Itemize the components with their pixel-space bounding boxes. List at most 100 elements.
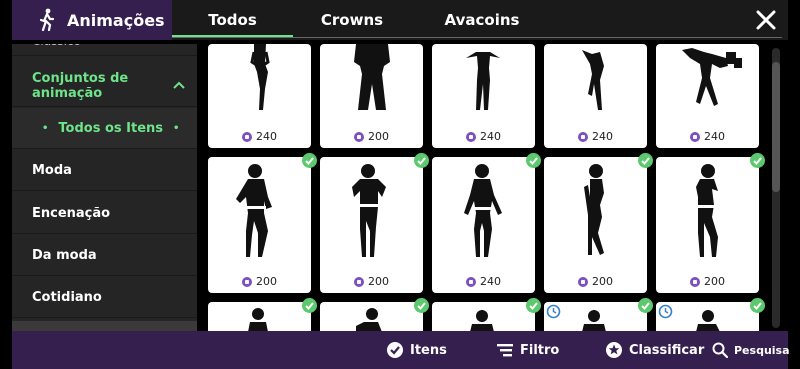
price-value: 240	[256, 130, 277, 143]
sidebar-item-da-moda[interactable]: Da moda	[12, 235, 197, 276]
owned-check-icon	[750, 298, 765, 313]
price-value: 240	[480, 130, 501, 143]
owned-check-icon	[302, 298, 317, 313]
items-button[interactable]: Itens	[386, 331, 447, 369]
avacoin-icon	[690, 131, 700, 142]
avacoin-icon	[354, 131, 364, 142]
price-value: 240	[704, 130, 725, 143]
sidebar-item-cotidiano[interactable]: Cotidiano	[12, 277, 197, 318]
section-title: Animações	[12, 0, 172, 40]
scrollbar-thumb[interactable]	[772, 62, 780, 192]
avacoin-icon	[466, 276, 476, 287]
sort-label: Classificar	[629, 342, 705, 358]
chevron-up-icon	[173, 81, 185, 89]
animation-card[interactable]: 200	[320, 44, 423, 148]
animation-card[interactable]: 240	[544, 44, 647, 148]
price-tag: 240	[544, 130, 647, 143]
price-tag: 200	[320, 130, 423, 143]
sidebar-item-moda[interactable]: Moda	[12, 150, 197, 191]
avacoin-icon	[242, 276, 252, 287]
avacoin-icon	[578, 276, 588, 287]
pose-silhouette	[584, 164, 604, 255]
search-button[interactable]: Pesquisa	[712, 331, 790, 369]
animation-card[interactable]	[208, 298, 317, 331]
owned-check-icon	[414, 153, 429, 168]
star-badge-icon	[606, 342, 622, 358]
bullet-icon: •	[42, 122, 49, 134]
sidebar-item-label: Todos os Itens	[58, 120, 164, 136]
owned-check-icon	[638, 153, 653, 168]
price-tag: 200	[208, 275, 311, 288]
price-value: 200	[368, 130, 389, 143]
animation-card[interactable]	[544, 298, 653, 331]
check-circle-icon	[387, 342, 403, 358]
tab-todos[interactable]: Todos	[172, 0, 293, 40]
pose-silhouette	[356, 308, 382, 331]
animation-card[interactable]: 240	[432, 153, 541, 293]
animation-card[interactable]	[656, 298, 765, 331]
animation-card[interactable]: 200	[208, 153, 317, 293]
pose-silhouette	[696, 164, 718, 257]
animation-card[interactable]	[432, 298, 541, 331]
sort-button[interactable]: Classificar	[605, 331, 704, 369]
avacoin-icon	[242, 131, 252, 142]
pose-silhouette	[696, 310, 720, 331]
price-tag: 240	[208, 130, 311, 143]
price-value: 200	[704, 275, 725, 288]
price-tag: 240	[432, 275, 535, 288]
close-icon[interactable]	[755, 9, 777, 31]
animation-card[interactable]	[320, 298, 429, 331]
walking-person-icon	[39, 8, 55, 32]
price-value: 200	[592, 275, 613, 288]
price-tag: 200	[656, 275, 759, 288]
sidebar-item-todos-os-itens[interactable]: • Todos os Itens •	[12, 108, 197, 149]
pose-silhouette	[582, 310, 606, 331]
section-title-label: Animações	[67, 10, 165, 30]
sidebar-next-item[interactable]	[12, 321, 197, 331]
avacoin-icon	[354, 276, 364, 287]
pose-silhouette	[352, 164, 386, 257]
bullet-icon: •	[173, 122, 180, 134]
animation-grid: 240 200 240 240 240 200 200 240 200 200	[203, 44, 769, 331]
owned-check-icon	[302, 153, 317, 168]
pose-silhouette	[466, 52, 500, 110]
filter-icon	[497, 344, 513, 357]
animation-card[interactable]: 240	[208, 44, 311, 148]
avacoin-icon	[690, 276, 700, 287]
owned-check-icon	[750, 153, 765, 168]
pose-silhouette	[464, 164, 502, 257]
pose-silhouette	[682, 48, 742, 106]
owned-check-icon	[526, 153, 541, 168]
sidebar-item-classico[interactable]: Clássico	[12, 44, 197, 56]
pose-silhouette	[582, 50, 604, 110]
pose-silhouette	[236, 164, 272, 257]
pose-silhouette	[354, 44, 390, 110]
search-icon	[712, 342, 728, 358]
owned-check-icon	[414, 298, 429, 313]
animation-card[interactable]: 240	[656, 44, 759, 148]
price-tag: 240	[656, 130, 759, 143]
tab-divider	[172, 37, 782, 38]
filter-button[interactable]: Filtro	[496, 331, 559, 369]
animation-card[interactable]: 200	[544, 153, 653, 293]
items-label: Itens	[410, 342, 447, 358]
animation-card[interactable]: 200	[656, 153, 765, 293]
animation-card[interactable]: 200	[320, 153, 429, 293]
price-value: 200	[256, 275, 277, 288]
sidebar-item-encenacao[interactable]: Encenação	[12, 193, 197, 234]
avacoin-icon	[578, 131, 588, 142]
tab-avacoins[interactable]: Avacoins	[427, 0, 537, 40]
price-tag: 200	[320, 275, 423, 288]
animation-card[interactable]: 240	[432, 44, 535, 148]
price-value: 240	[480, 275, 501, 288]
price-tag: 200	[544, 275, 647, 288]
price-tag: 240	[432, 130, 535, 143]
owned-check-icon	[526, 298, 541, 313]
search-label: Pesquisa	[734, 343, 790, 357]
price-value: 240	[592, 130, 613, 143]
category-sidebar: Clássico Conjuntos de animação • Todos o…	[12, 44, 197, 331]
avacoin-icon	[466, 131, 476, 142]
owned-check-icon	[638, 298, 653, 313]
tab-crowns[interactable]: Crowns	[302, 0, 402, 40]
sidebar-group-conjuntos[interactable]: Conjuntos de animação	[12, 66, 197, 107]
